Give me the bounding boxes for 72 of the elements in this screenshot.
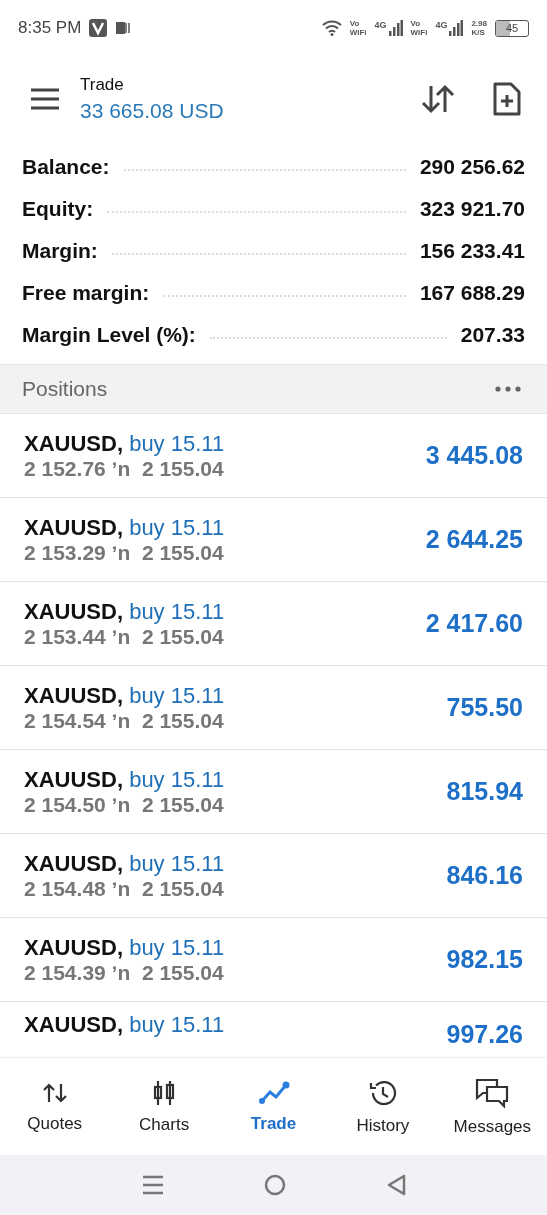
position-profit: 2 417.60	[425, 609, 523, 638]
position-prices: 2 152.76 ʼn 2 155.04	[24, 456, 225, 481]
summary-label: Free margin:	[22, 281, 150, 305]
triangle-icon	[385, 1174, 406, 1196]
position-title: XAUUSD, buy 15.11	[24, 598, 226, 625]
position-profit: 982.15	[446, 945, 523, 974]
summary-label: Margin Level (%):	[22, 323, 196, 347]
status-text: 2.98 K/S	[471, 19, 487, 37]
position-row[interactable]: XAUUSD, buy 15.11 2 153.44 ʼn 2 155.04 2 417.60	[0, 582, 547, 666]
menu-icon	[30, 88, 60, 110]
recents-button[interactable]	[141, 1175, 164, 1195]
screen-title: Trade	[80, 75, 125, 95]
position-title: XAUUSD, buy 15.11	[24, 682, 226, 709]
menu-icon	[141, 1175, 164, 1195]
summary-label: Margin:	[22, 239, 98, 263]
circle-icon	[263, 1174, 286, 1196]
nav-tab[interactable]: Messages	[437, 1058, 547, 1155]
chat-bubbles-icon	[474, 1076, 511, 1109]
position-row[interactable]: XAUUSD, buy 15.11 2 154.39 ʼn 2 155.04 982.15	[0, 918, 547, 1002]
sort-arrows-icon	[421, 84, 455, 114]
position-prices: 2 154.39 ʼn 2 155.04	[24, 960, 225, 985]
home-button[interactable]	[263, 1174, 286, 1196]
position-row[interactable]: XAUUSD, buy 15.11 2 153.29 ʼn 2 155.04 2 644.25	[0, 498, 547, 582]
nav-tab[interactable]: Quotes	[0, 1058, 110, 1155]
position-prices: 2 154.54 ʼn 2 155.04	[24, 708, 225, 733]
position-title: XAUUSD, buy 15.11	[24, 1012, 226, 1038]
position-title: XAUUSD, buy 15.11	[24, 766, 226, 793]
summary-value: 167 688.29	[419, 281, 525, 305]
position-title: XAUUSD, buy 15.11	[24, 934, 226, 961]
position-profit: 2 644.25	[425, 525, 523, 554]
position-prices: 2 154.50 ʼn 2 155.04	[24, 792, 225, 817]
position-profit: 997.26	[446, 1020, 523, 1049]
position-title: XAUUSD, buy 15.11	[24, 850, 226, 877]
summary-label: Equity:	[22, 197, 94, 221]
position-prices: 2 154.48 ʼn 2 155.04	[24, 876, 225, 901]
signal-icon	[449, 20, 464, 36]
account-profit: 33 665.08 USD	[80, 99, 225, 123]
back-button[interactable]	[385, 1174, 406, 1196]
wifi-icon	[321, 20, 342, 36]
summary-value: 207.33	[460, 323, 525, 347]
position-profit: 846.16	[446, 861, 523, 890]
nav-tab[interactable]: History	[328, 1058, 438, 1155]
position-row[interactable]: XAUUSD, buy 15.11 2 154.50 ʼn 2 155.04 815.94	[0, 750, 547, 834]
signal-icon	[388, 20, 403, 36]
position-prices: 2 153.29 ʼn 2 155.04	[24, 540, 225, 565]
position-title: XAUUSD, buy 15.11	[24, 514, 226, 541]
battery-icon: 45	[495, 19, 529, 37]
summary-value: 290 256.62	[419, 155, 525, 179]
position-title: XAUUSD, buy 15.11	[24, 430, 226, 457]
position-profit: 755.50	[446, 693, 523, 722]
network-type: 4G	[374, 20, 387, 30]
network-type: 4G	[435, 20, 448, 30]
status-text: Vo WiFi	[349, 19, 367, 37]
position-row[interactable]: XAUUSD, buy 15.11 2 154.54 ʼn 2 155.04 755.50	[0, 666, 547, 750]
position-profit: 3 445.08	[425, 441, 523, 470]
nav-tab[interactable]: Charts	[109, 1058, 219, 1155]
position-profit: 815.94	[446, 777, 523, 806]
section-title: Positions	[22, 377, 108, 401]
clock: 8:35 PM	[18, 18, 82, 38]
position-row[interactable]: XAUUSD, buy 15.11 2 154.48 ʼn 2 155.04 846.16	[0, 834, 547, 918]
summary-label: Balance:	[22, 155, 110, 179]
position-prices: 2 153.44 ʼn 2 155.04	[24, 624, 225, 649]
position-row[interactable]: XAUUSD, buy 15.11 2 152.76 ʼn 2 155.04 3 445.08	[0, 414, 547, 498]
line-chart-icon	[257, 1079, 290, 1106]
status-text: Vo WiFi	[410, 19, 428, 37]
summary-value: 323 921.70	[419, 197, 525, 221]
summary-value: 156 233.41	[419, 239, 525, 263]
more-icon	[495, 386, 521, 392]
v-app-icon	[89, 19, 108, 37]
document-plus-icon	[493, 82, 521, 116]
nav-tab[interactable]: Trade	[218, 1058, 329, 1155]
app-icon	[115, 20, 132, 36]
